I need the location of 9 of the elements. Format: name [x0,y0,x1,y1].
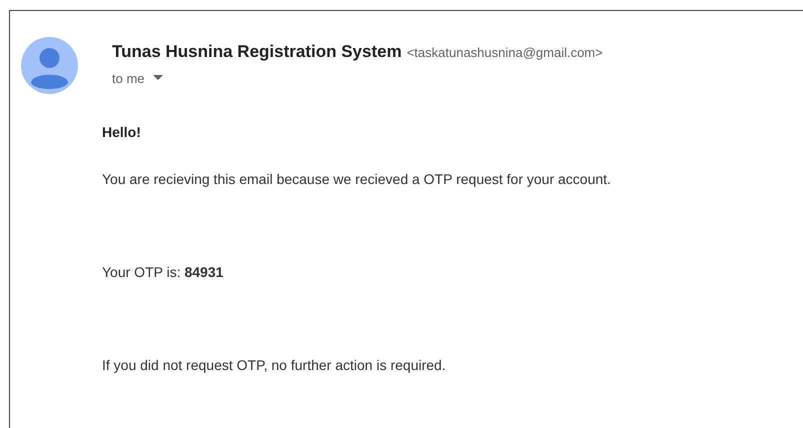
body-paragraph: If you did not request OTP, no further action is required. [102,356,447,375]
sender-name: Tunas Husnina Registration System [112,41,402,63]
body-paragraph: You are recieving this email because we recieved a OTP request for your account. [102,170,612,189]
dropdown-caret-icon[interactable] [152,75,163,82]
avatar-icon [21,37,78,94]
greeting: Hello! [102,123,142,142]
recipient-label: to me [112,70,145,88]
sender-address: <taskatunashusnina@gmail.com> [406,44,603,62]
body-paragraph: Your OTP is: 84931 [102,263,224,282]
